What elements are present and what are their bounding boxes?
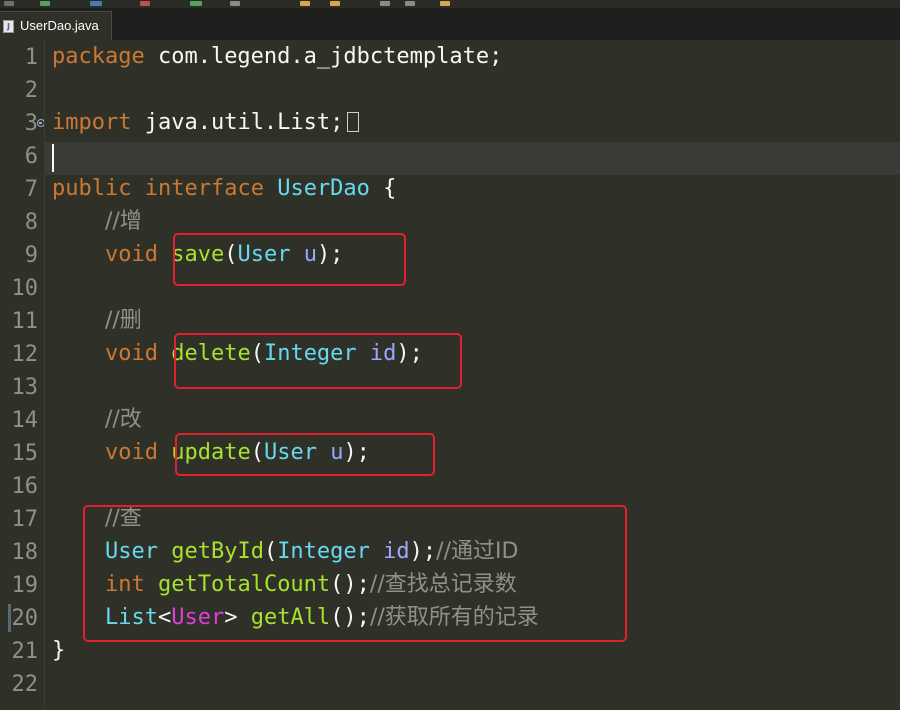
comment: //增 — [104, 209, 142, 234]
toolbar-icon[interactable] — [4, 1, 14, 6]
editor-tab-bar: J UserDao.java — [0, 0, 900, 40]
java-file-icon: J — [3, 20, 14, 33]
code-line-14[interactable]: //改 — [52, 403, 142, 436]
line-number: 11 — [11, 309, 39, 334]
line-number: 3 — [24, 111, 38, 136]
line-number: 20 — [11, 606, 39, 631]
annotation-box-query — [83, 505, 627, 642]
keyword: void — [104, 341, 158, 366]
keyword: public — [52, 176, 132, 201]
brace: } — [52, 638, 66, 663]
text-caret — [52, 144, 54, 172]
line-number: 9 — [24, 243, 38, 268]
change-marker — [8, 604, 11, 632]
keyword: void — [104, 242, 158, 267]
line-number: 13 — [11, 375, 39, 400]
annotation-box-update — [175, 433, 435, 476]
line-number: 19 — [11, 573, 39, 598]
code-line-3[interactable]: import java.util.List; — [52, 106, 360, 139]
ide-window: J UserDao.java 1 2 3 6 7 8 9 10 11 12 13… — [0, 0, 900, 710]
line-number: 8 — [24, 210, 38, 235]
line-number-gutter: 1 2 3 6 7 8 9 10 11 12 13 14 15 16 17 18… — [0, 40, 45, 710]
package-name: com.legend.a_jdbctemplate; — [144, 44, 503, 69]
code-line-1[interactable]: package com.legend.a_jdbctemplate; — [52, 40, 502, 73]
code-line-11[interactable]: //删 — [52, 304, 142, 337]
interface-name: UserDao — [277, 176, 370, 201]
code-editor[interactable]: 1 2 3 6 7 8 9 10 11 12 13 14 15 16 17 18… — [0, 40, 900, 710]
code-line-7[interactable]: public interface UserDao { — [52, 172, 396, 205]
line-number: 16 — [11, 474, 39, 499]
toolbar-icon[interactable] — [405, 1, 415, 6]
toolbar-icon[interactable] — [440, 1, 450, 6]
folded-imports-icon[interactable] — [347, 112, 360, 132]
line-number: 10 — [11, 276, 39, 301]
code-line-8[interactable]: //增 — [52, 205, 142, 238]
toolbar-icon[interactable] — [300, 1, 310, 6]
toolbar-icon[interactable] — [40, 1, 50, 6]
tab-userdao-java[interactable]: J UserDao.java — [0, 11, 112, 40]
line-number: 6 — [24, 144, 38, 169]
toolbar-icon[interactable] — [90, 1, 102, 6]
line-number: 17 — [11, 507, 39, 532]
brace: { — [383, 176, 397, 201]
tab-title: UserDao.java — [20, 18, 99, 33]
toolbar-icon[interactable] — [140, 1, 150, 6]
toolbar-icon[interactable] — [190, 1, 202, 6]
keyword: interface — [144, 176, 264, 201]
current-line-highlight — [45, 142, 900, 175]
toolbar-icon[interactable] — [230, 1, 240, 6]
toolbar-icon[interactable] — [330, 1, 340, 6]
gutter-divider — [44, 40, 45, 710]
comment: //删 — [104, 308, 142, 333]
line-number: 15 — [11, 441, 39, 466]
annotation-box-save — [173, 233, 406, 286]
line-number: 14 — [11, 408, 39, 433]
line-number: 1 — [24, 45, 38, 70]
line-number: 21 — [11, 639, 39, 664]
keyword: package — [52, 44, 145, 69]
toolbar-icon[interactable] — [380, 1, 390, 6]
line-number: 7 — [24, 177, 38, 202]
line-number: 12 — [11, 342, 39, 367]
keyword: void — [104, 440, 158, 465]
line-number: 2 — [24, 78, 38, 103]
comment: //改 — [104, 407, 142, 432]
import-path: java.util.List; — [131, 110, 344, 135]
annotation-box-delete — [174, 333, 462, 389]
keyword: import — [52, 110, 132, 135]
toolbar-strip — [0, 0, 900, 8]
code-line-21[interactable]: } — [52, 634, 65, 667]
line-number: 22 — [11, 672, 39, 697]
line-number: 18 — [11, 540, 39, 565]
